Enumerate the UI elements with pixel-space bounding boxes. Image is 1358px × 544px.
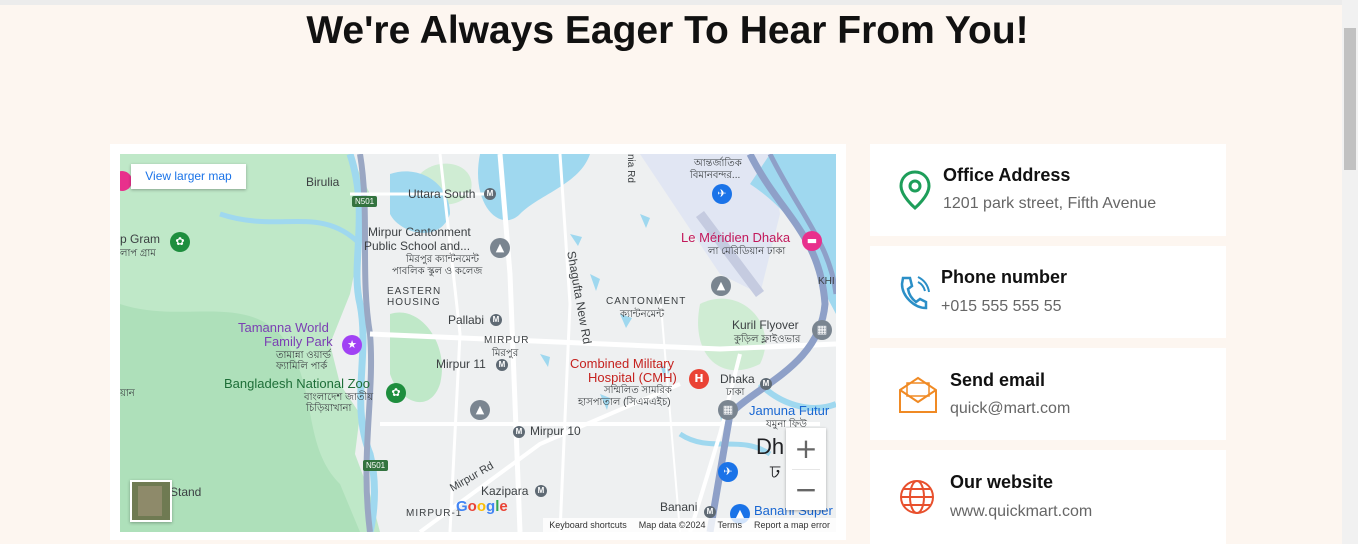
view-larger-map-link[interactable]: View larger map (131, 164, 246, 189)
map-label: Pallabi (448, 313, 485, 327)
map-label: Tamanna World (238, 320, 329, 335)
website-link[interactable]: www.quickmart.com (950, 503, 1092, 521)
map-label: Mirpur Cantonment (368, 225, 471, 239)
map-data-text: Map data ©2024 (638, 520, 706, 530)
hospital-icon: H (689, 369, 709, 389)
zoo-icon: ✿ (386, 383, 406, 403)
report-error-link[interactable]: Report a map error (754, 518, 830, 532)
contact-title: Send email (950, 370, 1046, 390)
map-label: Kuril Flyover (732, 318, 799, 332)
page-scrollbar[interactable] (1342, 0, 1358, 544)
section-heading: We're Always Eager To Hear From You! (306, 9, 1029, 52)
map-label: CANTONMENT (606, 296, 687, 307)
map-label: Kazipara (481, 484, 529, 498)
metro-icon: M (496, 359, 508, 371)
map-footer: Keyboard shortcuts Map data ©2024 Terms … (543, 518, 836, 532)
contact-card-phone: Phone number +015 555 555 55 (870, 246, 1226, 338)
metro-icon: M (513, 426, 525, 438)
school-icon: ▲ (711, 276, 731, 296)
embedded-map[interactable]: N501 N501 Birulia Uttara South M Mirpur … (120, 154, 836, 532)
map-label: KHI (818, 276, 835, 287)
hotel-icon: ▬ (802, 231, 822, 251)
phone-icon (898, 274, 930, 317)
map-label: Mirpur 11 (436, 357, 486, 371)
map-label: লাপ গ্রাম (120, 248, 156, 259)
map-label: Dhaka (720, 372, 755, 386)
map-label: Stand (170, 485, 202, 499)
map-label: হাসপাতাল (সিএমএইচ) (578, 397, 671, 408)
place-icon: ✿ (170, 232, 190, 252)
transit-icon: ▦ (812, 320, 832, 340)
globe-icon (898, 478, 936, 521)
map-label: লা মেরিডিয়ান ঢাকা (708, 246, 786, 257)
map-label: চিড়িয়াখানা (306, 403, 352, 414)
map-label: Public School and... (364, 239, 471, 253)
map-label: EASTERN (387, 286, 442, 297)
contact-value: +015 555 555 55 (941, 298, 1062, 315)
zoom-divider (792, 469, 820, 470)
map-label: Uttara South (408, 187, 476, 201)
map-label: Bangladesh National Zoo (224, 376, 370, 391)
zoom-in-button[interactable]: + (786, 428, 826, 469)
contact-card-email: Send email quick@mart.com (870, 348, 1226, 440)
park-icon: ★ (342, 335, 362, 355)
transit-icon: ▦ (718, 400, 738, 420)
school-icon: ▲ (470, 400, 490, 420)
airport-icon: ✈ (718, 462, 738, 482)
map-label: ফ্যামিলি পার্ক (276, 361, 328, 372)
map-label: Dh (756, 434, 785, 459)
map-label: Le Méridien Dhaka (681, 230, 791, 245)
map-label: Combined Military (570, 356, 675, 371)
map-label: p Gram (120, 232, 161, 246)
airport-icon: ✈ (712, 184, 732, 204)
map-label: ঢ (770, 462, 781, 482)
satellite-thumbnail (138, 486, 162, 516)
scrollbar-thumb[interactable] (1344, 28, 1356, 170)
metro-icon: M (704, 506, 716, 518)
contact-card-website: Our website www.quickmart.com (870, 450, 1226, 544)
map-label: nia Rd (625, 154, 636, 183)
metro-icon: M (484, 188, 496, 200)
map-label: বিমানবন্দর... (690, 170, 741, 181)
google-logo: Google (456, 498, 508, 515)
map-label: MIRPUR-1 (406, 508, 463, 519)
metro-icon: M (760, 378, 772, 390)
map-label: Family Park (264, 334, 333, 349)
contact-card-address: Office Address 1201 park street, Fifth A… (870, 144, 1226, 236)
location-pin-icon (898, 170, 932, 215)
map-label: য়ান (120, 388, 135, 399)
map-label: Mirpur 10 (530, 424, 581, 438)
keyboard-shortcuts-link[interactable]: Keyboard shortcuts (549, 518, 627, 532)
map-label: কুড়িল ফ্লাইওভার (734, 334, 801, 345)
zoom-out-button[interactable]: − (786, 469, 826, 510)
map-label: ক্যান্টনমেন্ট (620, 309, 665, 320)
contact-value: 1201 park street, Fifth Avenue (943, 195, 1157, 212)
metro-icon: M (490, 314, 502, 326)
envelope-icon (898, 376, 938, 419)
contact-value: quick@mart.com (950, 400, 1071, 417)
terms-link[interactable]: Terms (717, 518, 742, 532)
map-label: Jamuna Futur (749, 403, 830, 418)
contact-title: Phone number (941, 267, 1068, 287)
contact-title: Our website (950, 472, 1054, 492)
map-label: Banani (660, 500, 698, 514)
map-label: Birulia (306, 175, 340, 189)
satellite-toggle[interactable] (130, 480, 172, 522)
map-label: HOUSING (387, 297, 441, 308)
map-label: MIRPUR (484, 335, 530, 346)
road-shield: N501 (352, 196, 378, 207)
map-label: পাবলিক স্কুল ও কলেজ (392, 266, 483, 277)
metro-icon: M (535, 485, 547, 497)
road-shield: N501 (363, 460, 389, 471)
contact-title: Office Address (943, 165, 1071, 185)
school-icon: ▲ (490, 238, 510, 258)
zoom-control: + − (786, 428, 826, 510)
